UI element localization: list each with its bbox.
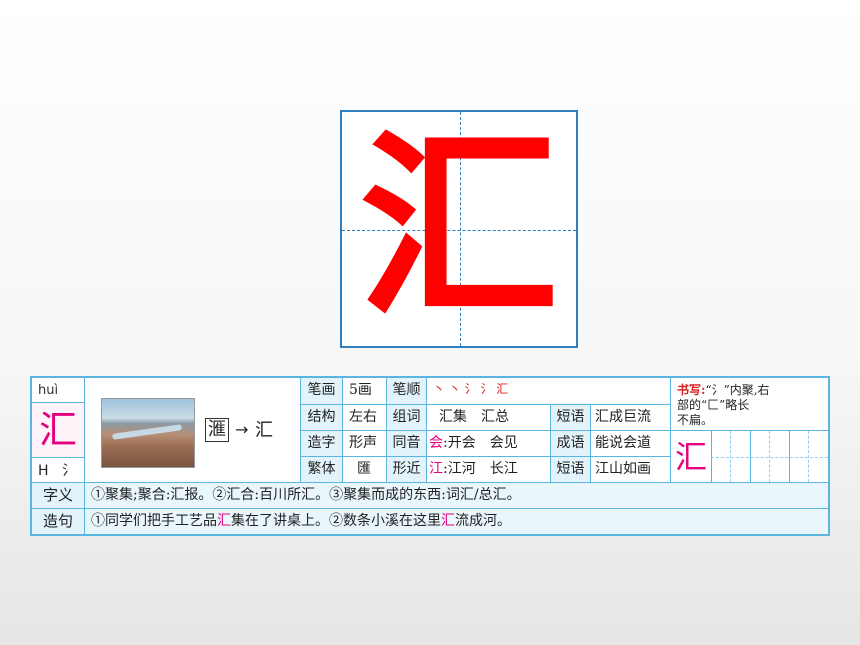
writing-tips: 书写:“氵”内聚,右 部的“匚”略长 不扁。 — [670, 378, 828, 430]
value-homophone: 会:开会 会见 — [426, 430, 550, 456]
image-area: 滙 → 汇 — [84, 378, 300, 482]
writing-label: 书写: — [677, 383, 706, 397]
label-strokes: 笔画 — [300, 378, 342, 404]
label-traditional: 繁体 — [300, 456, 342, 482]
value-similar-shape: 江:江河 长江 — [426, 456, 550, 482]
sentence-part-1: ①同学们把手工艺品 — [91, 513, 217, 529]
practice-grid: 汇 — [670, 430, 828, 482]
value-phrase-2: 江山如画 — [590, 456, 670, 482]
label-formation: 造字 — [300, 430, 342, 456]
pinyin: huì — [38, 383, 59, 398]
label-homophone: 同音 — [386, 430, 426, 456]
writing-text-3: 不扁。 — [677, 413, 714, 427]
label-similar-shape: 形近 — [386, 456, 426, 482]
value-structure: 左右 — [342, 404, 386, 430]
label-phrase-1: 短语 — [550, 404, 590, 430]
writing-text-1: “氵”内聚,右 — [705, 383, 770, 397]
character-info-card: huì 汇 H 氵 滙 → 汇 笔画 5画 笔顺 丶 丶 氵 氵 汇 结构 左右… — [30, 376, 830, 536]
card-character: 汇 — [32, 402, 84, 458]
homophone-words: :开会 会见 — [443, 435, 518, 451]
sentence-highlight-1: 汇 — [217, 513, 231, 529]
modern-character: 汇 — [255, 420, 273, 441]
practice-sample-char: 汇 — [674, 438, 707, 476]
sentence-part-2: 集在了讲桌上。②数条小溪在这里 — [231, 513, 441, 529]
value-meaning: ①聚集;聚合:汇报。②汇合:百川所汇。③聚集而成的东西:词汇/总汇。 — [84, 482, 828, 508]
label-words: 组词 — [386, 404, 426, 430]
sentence-part-3: 流成河。 — [455, 513, 511, 529]
label-structure: 结构 — [300, 404, 342, 430]
value-traditional: 匯 — [342, 456, 386, 482]
value-stroke-order: 丶 丶 氵 氵 汇 — [426, 378, 670, 404]
label-stroke-order: 笔顺 — [386, 378, 426, 404]
similar-char: 江 — [429, 461, 443, 477]
arrow: → — [235, 420, 249, 439]
value-formation: 形声 — [342, 430, 386, 456]
landscape-photo — [101, 398, 195, 468]
character-writing-box: 汇 — [340, 110, 578, 348]
label-sentence: 造句 — [32, 508, 84, 534]
value-strokes: 5画 — [342, 378, 386, 404]
similar-words: :江河 长江 — [443, 461, 518, 477]
value-words: 汇集 汇总 — [426, 404, 550, 430]
sentence-highlight-2: 汇 — [441, 513, 455, 529]
value-phrase-1: 汇成巨流 — [590, 404, 670, 430]
value-sentence: ①同学们把手工艺品汇集在了讲桌上。②数条小溪在这里汇流成河。 — [84, 508, 828, 534]
radical-char: 氵 — [62, 463, 76, 479]
ancient-character: 滙 — [205, 418, 229, 442]
writing-text-2: 部的“匚”略长 — [677, 398, 750, 412]
value-idiom: 能说会道 — [590, 430, 670, 456]
label-meaning: 字义 — [32, 482, 84, 508]
label-phrase-2: 短语 — [550, 456, 590, 482]
main-character: 汇 — [358, 112, 559, 345]
homophone-char: 会 — [429, 435, 443, 451]
label-idiom: 成语 — [550, 430, 590, 456]
radical-letter: H — [38, 463, 49, 479]
